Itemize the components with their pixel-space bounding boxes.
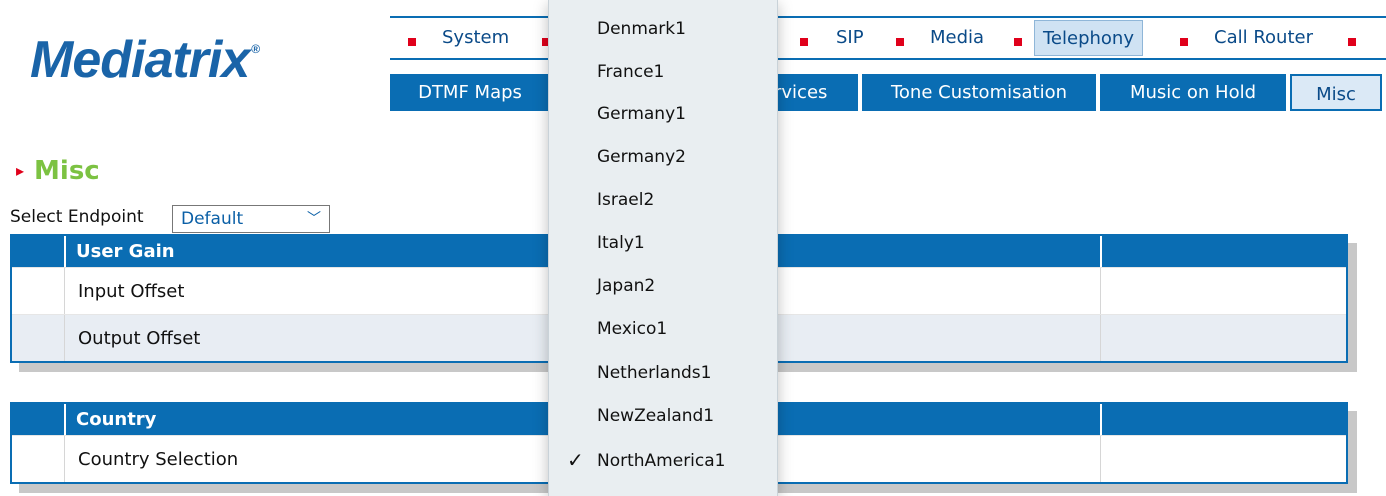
dropdown-option[interactable]: Italy1 xyxy=(597,222,645,265)
user-gain-title: User Gain xyxy=(76,241,175,262)
dropdown-option-selected[interactable]: NorthAmerica1 xyxy=(597,440,726,483)
registered-mark: ® xyxy=(251,42,260,56)
page-title-text: Misc xyxy=(34,156,100,186)
dropdown-option[interactable]: Netherlands1 xyxy=(597,352,711,395)
input-offset-label: Input Offset xyxy=(78,281,185,302)
nav-bullet-icon xyxy=(800,38,808,46)
output-offset-label: Output Offset xyxy=(78,328,201,349)
cell-divider xyxy=(1100,268,1101,314)
subnav-dtmf-maps[interactable]: DTMF Maps xyxy=(390,74,550,111)
nav-system[interactable]: System xyxy=(442,20,509,56)
chevron-down-icon: ﹀ xyxy=(307,211,321,227)
subnav-music-on-hold[interactable]: Music on Hold xyxy=(1100,74,1286,111)
page-title: ▸ Misc xyxy=(16,156,100,186)
section-arrow-icon: ▸ xyxy=(16,161,25,180)
cell-divider xyxy=(1100,315,1101,361)
dropdown-option[interactable]: Israel2 xyxy=(597,179,654,222)
header-divider xyxy=(1100,404,1102,435)
nav-bullet-icon xyxy=(408,38,416,46)
checkmark-icon: ✓ xyxy=(567,448,584,472)
dropdown-option[interactable]: Denmark1 xyxy=(597,8,686,51)
cell-divider xyxy=(64,315,65,361)
nav-call-router[interactable]: Call Router xyxy=(1214,20,1313,56)
subnav-tone-customisation[interactable]: Tone Customisation xyxy=(862,74,1096,111)
nav-bullet-icon xyxy=(1348,38,1356,46)
nav-bullet-icon xyxy=(896,38,904,46)
dropdown-option[interactable]: France1 xyxy=(597,51,664,94)
country-title: Country xyxy=(76,409,157,430)
nav-media[interactable]: Media xyxy=(930,20,984,56)
nav-bullet-icon xyxy=(1014,38,1022,46)
endpoint-label: Select Endpoint xyxy=(10,207,144,227)
header-divider xyxy=(64,404,66,435)
top-nav: System SIP Media Telephony Call Router xyxy=(390,16,1386,60)
dropdown-option[interactable]: Japan2 xyxy=(597,265,655,308)
dropdown-option[interactable]: NewZealand1 xyxy=(597,395,714,438)
mediatrix-logo: Mediatrix ® xyxy=(30,30,260,90)
endpoint-select-value: Default xyxy=(181,209,244,229)
subnav-misc[interactable]: Misc xyxy=(1290,74,1382,111)
cell-divider xyxy=(64,436,65,482)
nav-telephony[interactable]: Telephony xyxy=(1034,20,1143,56)
dropdown-option[interactable]: Germany1 xyxy=(597,93,686,136)
dropdown-option[interactable]: Germany2 xyxy=(597,136,686,179)
endpoint-select[interactable]: Default ﹀ xyxy=(172,205,330,233)
header-divider xyxy=(1100,236,1102,267)
logo-text: Mediatrix xyxy=(30,31,250,89)
nav-bullet-icon xyxy=(1180,38,1188,46)
cell-divider xyxy=(1100,436,1101,482)
country-dropdown-list[interactable]: Denmark1 France1 Germany1 Germany2 Israe… xyxy=(548,0,778,496)
dropdown-option[interactable]: Mexico1 xyxy=(597,308,667,351)
cell-divider xyxy=(64,268,65,314)
country-selection-label: Country Selection xyxy=(78,449,239,470)
header-divider xyxy=(64,236,66,267)
nav-sip[interactable]: SIP xyxy=(836,20,864,56)
